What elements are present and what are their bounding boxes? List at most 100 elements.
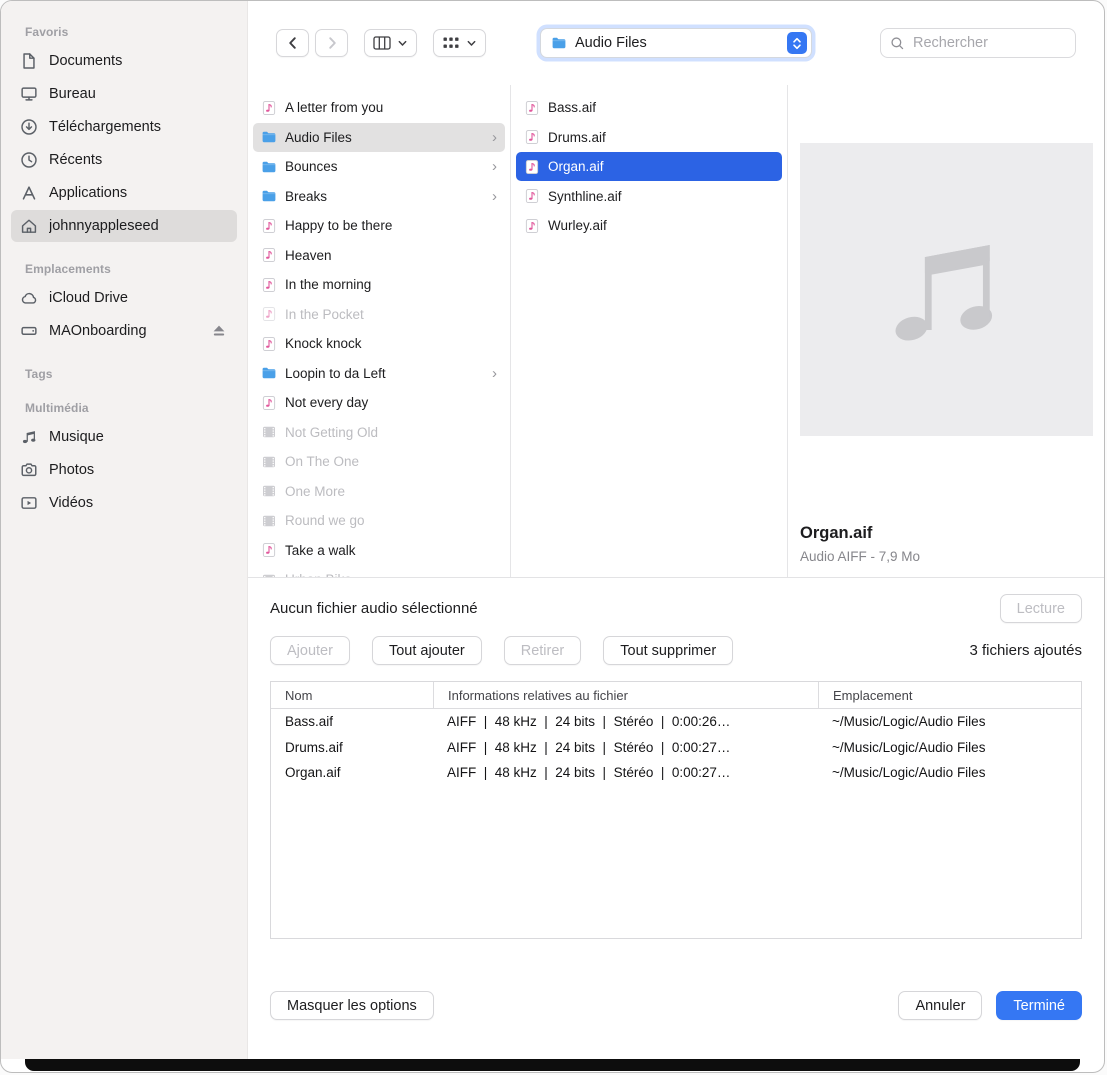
sidebar-item-bureau[interactable]: Bureau [11,78,237,110]
add-button[interactable]: Ajouter [270,636,350,665]
folder-icon [261,129,277,145]
audio-file-icon [261,277,277,293]
file-item-wurley-aif[interactable]: Wurley.aif [516,211,782,240]
sidebar-item-musique[interactable]: Musique [11,421,237,453]
back-button[interactable] [276,29,309,57]
sidebar-item-vid-os[interactable]: Vidéos [11,487,237,519]
play-button[interactable]: Lecture [1000,594,1082,623]
done-button[interactable]: Terminé [996,991,1082,1020]
grid-view-icon [442,36,460,50]
folder-item-breaks[interactable]: Breaks› [253,182,505,211]
movie-file-icon [261,513,277,529]
add-all-button[interactable]: Tout ajouter [372,636,482,665]
table-row[interactable]: Drums.aifAIFF | 48 kHz | 24 bits | Stéré… [271,735,1081,761]
audio-file-icon [261,336,277,352]
file-item-organ-aif[interactable]: Organ.aif [516,152,782,181]
sidebar-item-label: Photos [49,462,94,478]
popup-stepper-icon [787,32,807,54]
cell-info: AIFF | 48 kHz | 24 bits | Stéréo | 0:00:… [433,765,818,780]
column-header-location[interactable]: Emplacement [818,682,1081,708]
audio-file-icon [524,129,540,145]
item-label: Round we go [285,513,365,528]
file-item-heaven[interactable]: Heaven [253,241,505,270]
column-view-button[interactable] [364,29,417,57]
remove-all-button[interactable]: Tout supprimer [603,636,733,665]
footer-row: Masquer les options Annuler Terminé [270,991,1082,1020]
sidebar-item-r-cents[interactable]: Récents [11,144,237,176]
item-label: Take a walk [285,543,356,558]
cell-name: Drums.aif [271,740,433,755]
folder-item-audio-files[interactable]: Audio Files› [253,123,505,152]
file-item-bass-aif[interactable]: Bass.aif [516,93,782,122]
file-item-a-letter-from-you[interactable]: A letter from you [253,93,505,122]
sidebar-item-applications[interactable]: Applications [11,177,237,209]
file-item-not-getting-old[interactable]: Not Getting Old [253,418,505,447]
chevron-left-icon [285,35,301,51]
sidebar-item-johnnyappleseed[interactable]: johnnyappleseed [11,210,237,242]
table-row[interactable]: Organ.aifAIFF | 48 kHz | 24 bits | Stéré… [271,760,1081,786]
file-item-in-the-pocket[interactable]: In the Pocket [253,300,505,329]
folder-item-loopin-to-da-left[interactable]: Loopin to da Left › [253,359,505,388]
file-item-synthline-aif[interactable]: Synthline.aif [516,182,782,211]
forward-button[interactable] [315,29,348,57]
eject-button[interactable] [210,322,228,340]
cancel-button[interactable]: Annuler [898,991,982,1020]
recents-icon [20,151,38,169]
chevron-down-icon [397,38,408,49]
sidebar-item-photos[interactable]: Photos [11,454,237,486]
file-item-knock-knock[interactable]: Knock knock [253,329,505,358]
location-popup[interactable]: Audio Files [540,28,812,58]
file-item-urban-bike[interactable]: Urban Bike [253,565,505,577]
item-label: Bounces [285,159,338,174]
folder-icon [261,188,277,204]
hide-options-button[interactable]: Masquer les options [270,991,434,1020]
table-header: Nom Informations relatives au fichier Em… [271,682,1081,709]
video-icon [20,494,38,512]
movie-file-icon [261,424,277,440]
file-item-take-a-walk[interactable]: Take a walk [253,536,505,565]
sidebar-item-maonboarding[interactable]: MAOnboarding [11,315,237,347]
music-note-icon [879,222,1014,357]
item-label: Loopin to da Left [285,366,386,381]
file-item-one-more[interactable]: One More [253,477,505,506]
search-input[interactable] [911,34,1066,52]
search-field[interactable] [880,28,1076,58]
cloud-icon [20,289,38,307]
chevron-down-icon [466,38,477,49]
folder-item-bounces[interactable]: Bounces › [253,152,505,181]
item-label: Organ.aif [548,159,604,174]
column-header-name[interactable]: Nom [271,682,433,708]
sidebar-item-t-l-chargements[interactable]: Téléchargements [11,111,237,143]
chevron-right-icon: › [492,366,497,381]
added-count: 3 fichiers ajoutés [969,642,1082,659]
import-panel: Aucun fichier audio sélectionné Lecture … [248,578,1104,1059]
item-label: Breaks [285,189,327,204]
file-item-in-the-morning[interactable]: In the morning [253,270,505,299]
actions-row: Ajouter Tout ajouter Retirer Tout suppri… [270,636,1082,665]
file-item-round-we-go[interactable]: Round we go [253,506,505,535]
group-view-button[interactable] [433,29,486,57]
file-item-happy-to-be-there[interactable]: Happy to be there [253,211,505,240]
chevron-right-icon: › [492,159,497,174]
sidebar-item-label: Applications [49,185,127,201]
cell-name: Organ.aif [271,765,433,780]
item-label: On The One [285,454,359,469]
column-header-info[interactable]: Informations relatives au fichier [433,682,818,708]
sidebar-item-label: Récents [49,152,102,168]
file-item-on-the-one[interactable]: On The One [253,447,505,476]
remove-button[interactable]: Retirer [504,636,582,665]
file-item-drums-aif[interactable]: Drums.aif [516,123,782,152]
file-item-not-every-day[interactable]: Not every day [253,388,505,417]
item-label: Not Getting Old [285,425,378,440]
sidebar-item-documents[interactable]: Documents [11,45,237,77]
dialog-window: FavorisDocumentsBureauTéléchargementsRéc… [0,0,1105,1073]
item-label: A letter from you [285,100,383,115]
folder-icon [551,35,567,51]
sidebar-item-icloud-drive[interactable]: iCloud Drive [11,282,237,314]
movie-file-icon [261,454,277,470]
applications-icon [20,184,38,202]
browser-column-1: A letter from you Audio Files› Bounces › Bre… [248,85,511,577]
table-row[interactable]: Bass.aifAIFF | 48 kHz | 24 bits | Stéréo… [271,709,1081,735]
audio-file-icon [261,395,277,411]
content-area: Audio Files A letter from you Audio Files… [248,1,1104,1059]
